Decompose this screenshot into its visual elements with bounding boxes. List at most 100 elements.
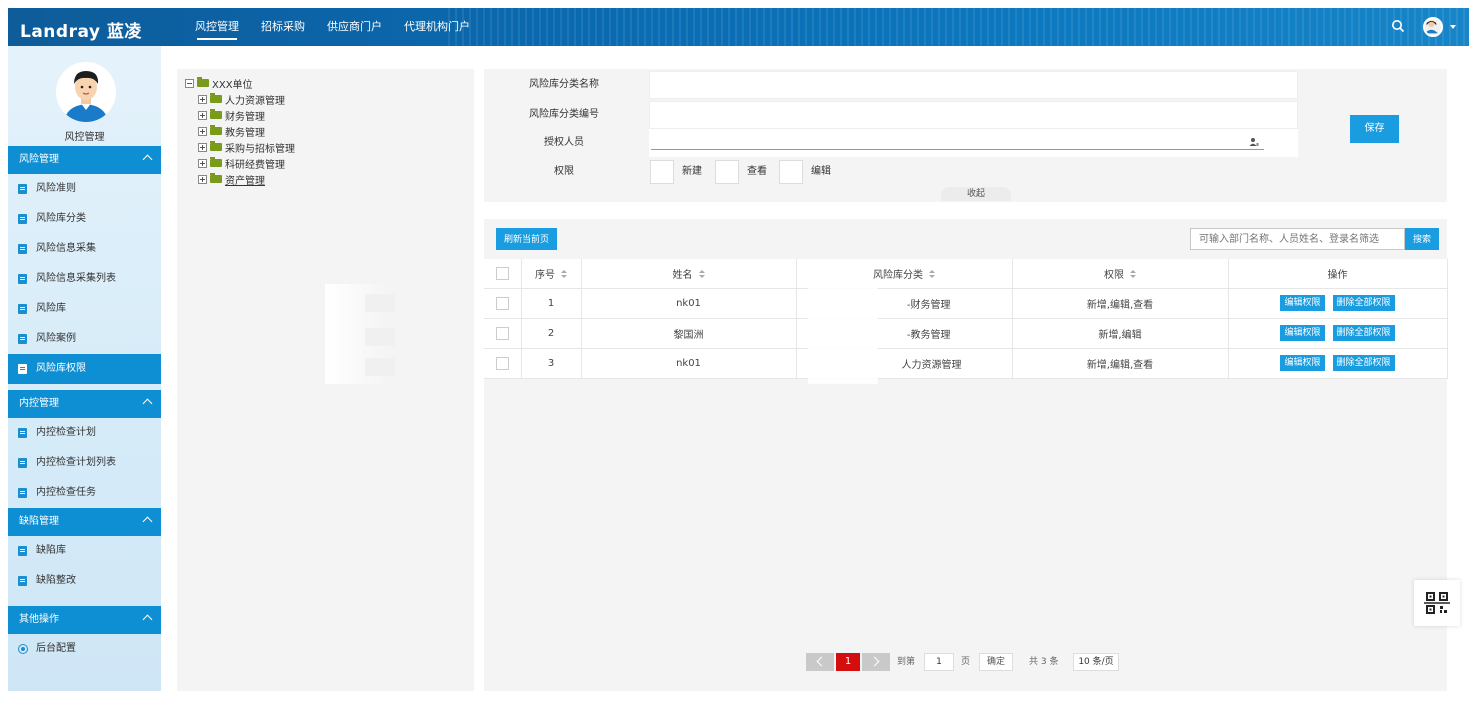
tree-node-label: 科研经费管理 xyxy=(225,159,285,171)
document-icon xyxy=(18,244,27,254)
collapse-toggle[interactable]: 收起 xyxy=(941,187,1011,201)
expand-icon[interactable] xyxy=(198,174,207,184)
expand-icon[interactable] xyxy=(198,110,207,120)
search-button[interactable]: 搜索 xyxy=(1405,228,1439,250)
collapse-icon[interactable] xyxy=(185,78,194,88)
perm-edit-checkbox[interactable] xyxy=(779,160,803,184)
profile-username: 风控管理 xyxy=(64,132,105,143)
confirm-page-button[interactable]: 确定 xyxy=(979,653,1013,671)
mask-block xyxy=(365,358,395,376)
sidebar-item-risk-criteria[interactable]: 风险准则 xyxy=(8,174,161,204)
user-select-icon[interactable] xyxy=(1249,137,1259,147)
refresh-page-button[interactable]: 刷新当前页 xyxy=(496,228,557,250)
delete-all-permission-button[interactable]: 删除全部权限 xyxy=(1332,355,1395,371)
tree-node-label: XXX单位 xyxy=(212,79,253,91)
sort-icon[interactable] xyxy=(1130,269,1136,279)
form-row-name: 风险库分类名称 xyxy=(484,71,1447,99)
select-all-checkbox[interactable] xyxy=(495,266,509,280)
sidebar-item-defect-library[interactable]: 缺陷库 xyxy=(8,536,161,566)
category-name-field[interactable] xyxy=(649,71,1298,99)
folder-icon xyxy=(210,93,222,103)
expand-icon[interactable] xyxy=(198,94,207,104)
sort-icon[interactable] xyxy=(561,269,567,279)
perm-view-checkbox[interactable] xyxy=(715,160,739,184)
search-icon[interactable] xyxy=(1391,19,1405,33)
qr-code-button[interactable] xyxy=(1414,580,1460,626)
sidebar-item-ic-task[interactable]: 内控检查任务 xyxy=(8,478,161,508)
tree-node[interactable]: 资产管理 xyxy=(198,172,265,187)
user-avatar[interactable] xyxy=(1423,17,1443,37)
sidebar-item-risk-collect[interactable]: 风险信息采集 xyxy=(8,234,161,264)
perm-edit-label: 编辑 xyxy=(811,166,831,177)
delete-all-permission-button[interactable]: 删除全部权限 xyxy=(1332,325,1395,341)
row-checkbox[interactable] xyxy=(495,326,509,340)
sidebar-item-risk-library[interactable]: 风险库 xyxy=(8,294,161,324)
sidebar-item-defect-fix[interactable]: 缺陷整改 xyxy=(8,566,161,596)
perm-new-checkbox[interactable] xyxy=(650,160,674,184)
folder-icon xyxy=(210,125,222,135)
sidebar-item-backend-config[interactable]: 后台配置 xyxy=(8,634,161,664)
nav-bidding[interactable]: 招标采购 xyxy=(250,8,316,46)
expand-icon[interactable] xyxy=(198,126,207,136)
page-size-select[interactable]: 10 条/页 xyxy=(1073,653,1119,671)
form-row-perm: 权限 xyxy=(484,158,1447,186)
cell-no: 3 xyxy=(521,348,582,379)
section-title: 内控管理 xyxy=(19,398,59,409)
sidebar-item-risk-collect-list[interactable]: 风险信息采集列表 xyxy=(8,264,161,294)
save-button[interactable]: 保存 xyxy=(1350,115,1399,143)
delete-all-permission-button[interactable]: 删除全部权限 xyxy=(1332,295,1395,311)
tree-node[interactable]: 科研经费管理 xyxy=(198,156,285,171)
row-checkbox[interactable] xyxy=(495,356,509,370)
edit-permission-button[interactable]: 编辑权限 xyxy=(1280,325,1325,341)
row-checkbox[interactable] xyxy=(495,296,509,310)
next-page-button[interactable] xyxy=(862,653,890,671)
sidebar-item-ic-plan-list[interactable]: 内控检查计划列表 xyxy=(8,448,161,478)
prev-page-button[interactable] xyxy=(806,653,834,671)
sidebar-item-ic-plan[interactable]: 内控检查计划 xyxy=(8,418,161,448)
nav-risk-control[interactable]: 风控管理 xyxy=(184,8,250,46)
sidebar-item-risk-category[interactable]: 风险库分类 xyxy=(8,204,161,234)
auth-person-underline xyxy=(651,149,1264,150)
edit-permission-button[interactable]: 编辑权限 xyxy=(1280,295,1325,311)
chevron-up-icon xyxy=(142,516,153,527)
sidebar-item-risk-permission[interactable]: 风险库权限 xyxy=(8,354,161,384)
sort-icon[interactable] xyxy=(929,269,935,279)
document-icon xyxy=(18,364,27,374)
expand-icon[interactable] xyxy=(198,142,207,152)
document-icon xyxy=(18,184,27,194)
section-internal-control[interactable]: 内控管理 xyxy=(8,390,161,418)
current-page[interactable]: 1 xyxy=(836,653,860,671)
section-defect-management[interactable]: 缺陷管理 xyxy=(8,508,161,536)
page-unit-label: 页 xyxy=(961,657,971,667)
auth-person-field[interactable] xyxy=(649,129,1298,157)
tree-node-root[interactable]: XXX单位 xyxy=(185,76,253,91)
tree-node[interactable]: 教务管理 xyxy=(198,124,265,139)
nav-supplier-portal[interactable]: 供应商门户 xyxy=(316,8,393,46)
document-icon xyxy=(18,546,27,556)
col-header-permission[interactable]: 权限 xyxy=(1012,259,1229,289)
cell-permission: 新增,编辑,查看 xyxy=(1012,348,1229,379)
tree-node[interactable]: 采购与招标管理 xyxy=(198,140,295,155)
sort-icon[interactable] xyxy=(698,269,705,279)
col-header-name[interactable]: 姓名 xyxy=(581,259,797,289)
page-number-input[interactable]: 1 xyxy=(924,653,954,671)
chevron-down-icon[interactable] xyxy=(1450,25,1456,29)
sidebar-item-label: 风险信息采集列表 xyxy=(36,273,116,284)
edit-permission-button[interactable]: 编辑权限 xyxy=(1280,355,1325,371)
sidebar-item-label: 内控检查计划列表 xyxy=(36,457,116,468)
sidebar-item-risk-cases[interactable]: 风险案例 xyxy=(8,324,161,354)
expand-icon[interactable] xyxy=(198,158,207,168)
category-code-field[interactable] xyxy=(649,101,1298,129)
tree-node-label: 教务管理 xyxy=(225,127,265,139)
tree-node[interactable]: 财务管理 xyxy=(198,108,265,123)
tree-node[interactable]: 人力资源管理 xyxy=(198,92,285,107)
search-input[interactable] xyxy=(1190,228,1405,250)
section-other-operations[interactable]: 其他操作 xyxy=(8,606,161,634)
section-title: 风险管理 xyxy=(19,154,59,165)
section-risk-management[interactable]: 风险管理 xyxy=(8,146,161,174)
document-icon xyxy=(18,428,27,438)
nav-agency-portal[interactable]: 代理机构门户 xyxy=(393,8,481,46)
col-header-no[interactable]: 序号 xyxy=(521,259,582,289)
table-row: 1 nk01 -财务管理 新增,编辑,查看 编辑权限 删除全部权限 xyxy=(484,288,1448,319)
app-logo[interactable]: Landray 蓝凌 xyxy=(20,17,142,42)
